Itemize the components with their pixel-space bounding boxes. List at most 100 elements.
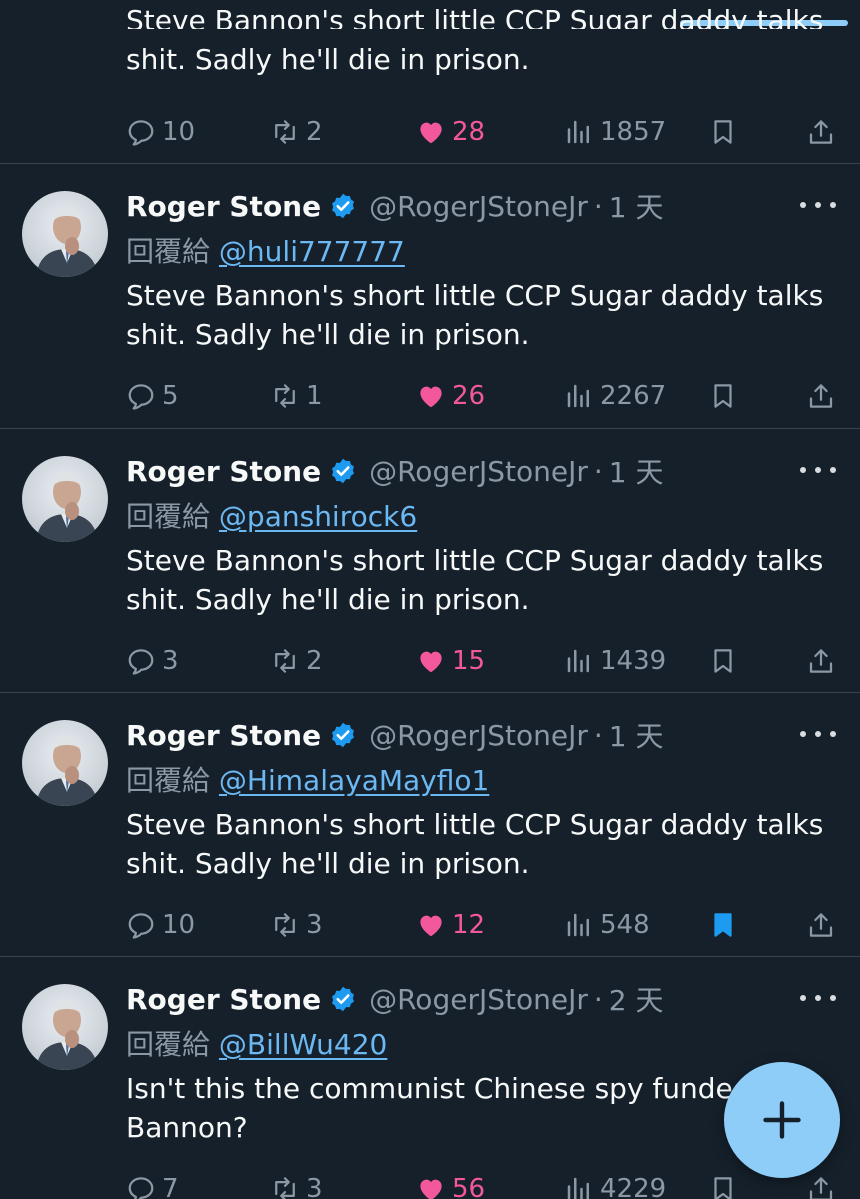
bookmark-button[interactable] (708, 374, 738, 418)
views-icon (567, 913, 589, 937)
views-button[interactable]: 1439 (564, 639, 666, 683)
tweet[interactable]: Roger Stone @RogerJStoneJr · 1 天回覆給 @huli77… (0, 163, 860, 428)
views-icon (567, 1177, 589, 1199)
retweet-icon (275, 120, 295, 144)
retweet-count: 3 (306, 910, 323, 940)
reply-count: 7 (162, 1174, 179, 1199)
timestamp[interactable]: 2 天 (609, 979, 664, 1019)
reply-button[interactable]: 10 (126, 110, 195, 154)
share-button[interactable] (806, 374, 836, 418)
compose-button[interactable] (724, 1062, 840, 1178)
more-icon[interactable] (800, 719, 836, 749)
bookmark-icon (714, 120, 732, 144)
bookmark-icon (714, 1177, 732, 1199)
reply-button[interactable]: 7 (126, 1167, 179, 1199)
like-count: 15 (452, 646, 486, 676)
like-button[interactable]: 15 (416, 639, 485, 683)
bookmark-icon (714, 649, 732, 673)
tweet-actions: 3 2 15 1439 (126, 639, 846, 683)
like-button[interactable]: 28 (416, 110, 485, 154)
share-button[interactable] (806, 1167, 836, 1199)
separator-dot: · (593, 454, 603, 488)
display-name[interactable]: Roger Stone (126, 190, 321, 223)
reply-context: 回覆給 @huli777777 (126, 230, 405, 270)
like-button[interactable]: 56 (416, 1167, 485, 1199)
retweet-count: 2 (306, 646, 323, 676)
like-count: 56 (452, 1174, 486, 1199)
plus-icon (763, 1101, 801, 1139)
tweet-text: Steve Bannon's short little CCP Sugar da… (126, 4, 826, 79)
bookmark-button[interactable] (708, 639, 738, 683)
reply-icon (128, 913, 154, 939)
tweet-text: Isn't this the communist Chinese spy fun… (126, 1072, 751, 1144)
reply-mention-link[interactable]: @huli777777 (219, 235, 405, 268)
views-button[interactable]: 2267 (564, 374, 666, 418)
bookmark-button[interactable] (708, 110, 738, 154)
more-icon[interactable] (800, 455, 836, 485)
views-button[interactable]: 548 (564, 903, 650, 947)
user-handle[interactable]: @RogerJStoneJr (369, 190, 588, 223)
tweet[interactable]: Roger Stone @RogerJStoneJr · 1 天回覆給 @panshi… (0, 428, 860, 693)
timestamp[interactable]: 1 天 (609, 451, 664, 491)
reply-context: 回覆給 @BillWu420 (126, 1023, 387, 1063)
share-icon (809, 913, 833, 937)
reply-icon (128, 649, 154, 675)
avatar[interactable] (22, 191, 108, 277)
heart-icon (420, 651, 442, 673)
share-button[interactable] (806, 903, 836, 947)
user-handle[interactable]: @RogerJStoneJr (369, 719, 588, 752)
user-handle[interactable]: @RogerJStoneJr (369, 455, 588, 488)
reply-button[interactable]: 3 (126, 639, 179, 683)
tweet-partial[interactable]: Steve Bannon's short little CCP Sugar da… (0, 0, 860, 165)
like-button[interactable]: 26 (416, 374, 485, 418)
reply-button[interactable]: 5 (126, 374, 179, 418)
reply-count: 10 (162, 910, 196, 940)
avatar[interactable] (22, 720, 108, 806)
heart-icon (420, 1179, 442, 1199)
bookmark-button[interactable] (708, 1167, 738, 1199)
display-name[interactable]: Roger Stone (126, 455, 321, 488)
tweet-actions: 10 2 28 1857 (126, 110, 846, 154)
share-icon (809, 649, 833, 673)
user-handle[interactable]: @RogerJStoneJr (369, 983, 588, 1016)
share-icon (809, 1177, 833, 1199)
reply-icon (128, 384, 154, 410)
avatar[interactable] (22, 984, 108, 1070)
separator-dot: · (593, 982, 603, 1016)
views-button[interactable]: 4229 (564, 1167, 666, 1199)
bookmark-button[interactable] (708, 903, 738, 947)
retweet-button[interactable]: 3 (270, 1167, 323, 1199)
like-button[interactable]: 12 (416, 903, 485, 947)
reply-context: 回覆給 @HimalayaMayflo1 (126, 759, 489, 799)
reply-count: 3 (162, 646, 179, 676)
bookmark-icon (714, 913, 732, 937)
display-name[interactable]: Roger Stone (126, 983, 321, 1016)
more-icon[interactable] (800, 190, 836, 220)
share-button[interactable] (806, 639, 836, 683)
retweet-button[interactable]: 2 (270, 639, 323, 683)
retweet-button[interactable]: 1 (270, 374, 323, 418)
reply-count: 5 (162, 381, 179, 411)
share-button[interactable] (806, 110, 836, 154)
tweet[interactable]: Roger Stone @RogerJStoneJr · 2 天回覆給 @BillWu… (0, 956, 860, 1199)
display-name[interactable]: Roger Stone (126, 719, 321, 752)
tweet-actions: 7 3 56 4229 (126, 1167, 846, 1199)
retweet-count: 3 (306, 1174, 323, 1199)
views-button[interactable]: 1857 (564, 110, 666, 154)
timestamp[interactable]: 1 天 (609, 715, 664, 755)
reply-button[interactable]: 10 (126, 903, 195, 947)
reply-mention-link[interactable]: @panshirock6 (219, 500, 417, 533)
reply-mention-link[interactable]: @HimalayaMayflo1 (219, 764, 489, 797)
avatar[interactable] (22, 456, 108, 542)
separator-dot: · (593, 189, 603, 223)
more-icon[interactable] (800, 983, 836, 1013)
retweet-button[interactable]: 2 (270, 110, 323, 154)
timestamp[interactable]: 1 天 (609, 186, 664, 226)
retweet-count: 1 (306, 381, 323, 411)
views-icon (567, 120, 589, 144)
reply-mention-link[interactable]: @BillWu420 (219, 1028, 387, 1061)
tweet-text: Steve Bannon's short little CCP Sugar da… (126, 544, 824, 616)
retweet-button[interactable]: 3 (270, 903, 323, 947)
tweet[interactable]: Roger Stone @RogerJStoneJr · 1 天回覆給 @Himala… (0, 692, 860, 957)
tweet-header: Roger Stone @RogerJStoneJr · 1 天 (126, 186, 663, 226)
